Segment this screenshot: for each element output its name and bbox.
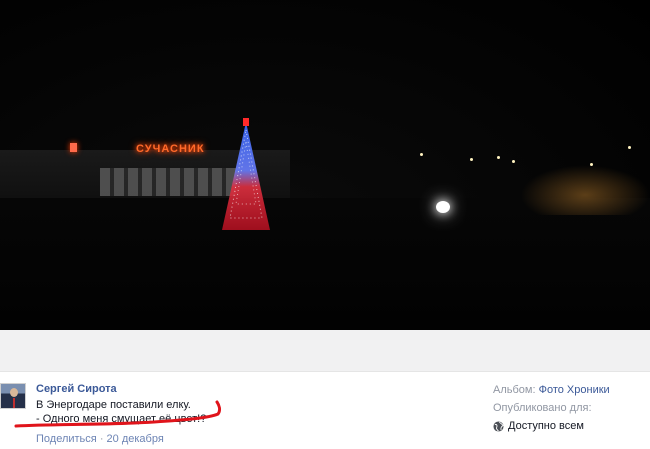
- author-name[interactable]: Сергей Сирота: [36, 383, 117, 395]
- distant-light: [590, 163, 593, 166]
- post-photo[interactable]: СУЧАСНИК: [0, 0, 650, 330]
- red-annotation-underline: [14, 400, 222, 428]
- ground: [0, 198, 650, 330]
- christmas-tree: [218, 118, 274, 234]
- red-lamp: [70, 143, 77, 152]
- published-for-label: Опубликовано для:: [493, 402, 592, 414]
- share-link[interactable]: Поделиться: [36, 433, 97, 445]
- meta-separator: ·: [99, 433, 104, 445]
- street-glow: [520, 165, 650, 215]
- album-link[interactable]: Фото Хроники: [539, 384, 610, 396]
- album-sidebar: Альбом: Фото Хроники Опубликовано для: Д…: [493, 383, 610, 433]
- building-sign: СУЧАСНИК: [136, 143, 205, 155]
- distant-light: [512, 160, 515, 163]
- distant-light: [470, 158, 473, 161]
- distant-light: [420, 153, 423, 156]
- street-light: [436, 201, 450, 213]
- globe-icon: [493, 420, 504, 432]
- photo-footer-strip: [0, 330, 650, 371]
- distant-light: [497, 156, 500, 159]
- privacy-label: Доступно всем: [508, 420, 584, 432]
- distant-light: [628, 146, 631, 149]
- post-date-link[interactable]: 20 декабря: [107, 433, 164, 445]
- post-meta: Поделиться · 20 декабря: [36, 433, 164, 445]
- album-label: Альбом:: [493, 384, 536, 396]
- privacy-setting[interactable]: Доступно всем: [493, 419, 610, 433]
